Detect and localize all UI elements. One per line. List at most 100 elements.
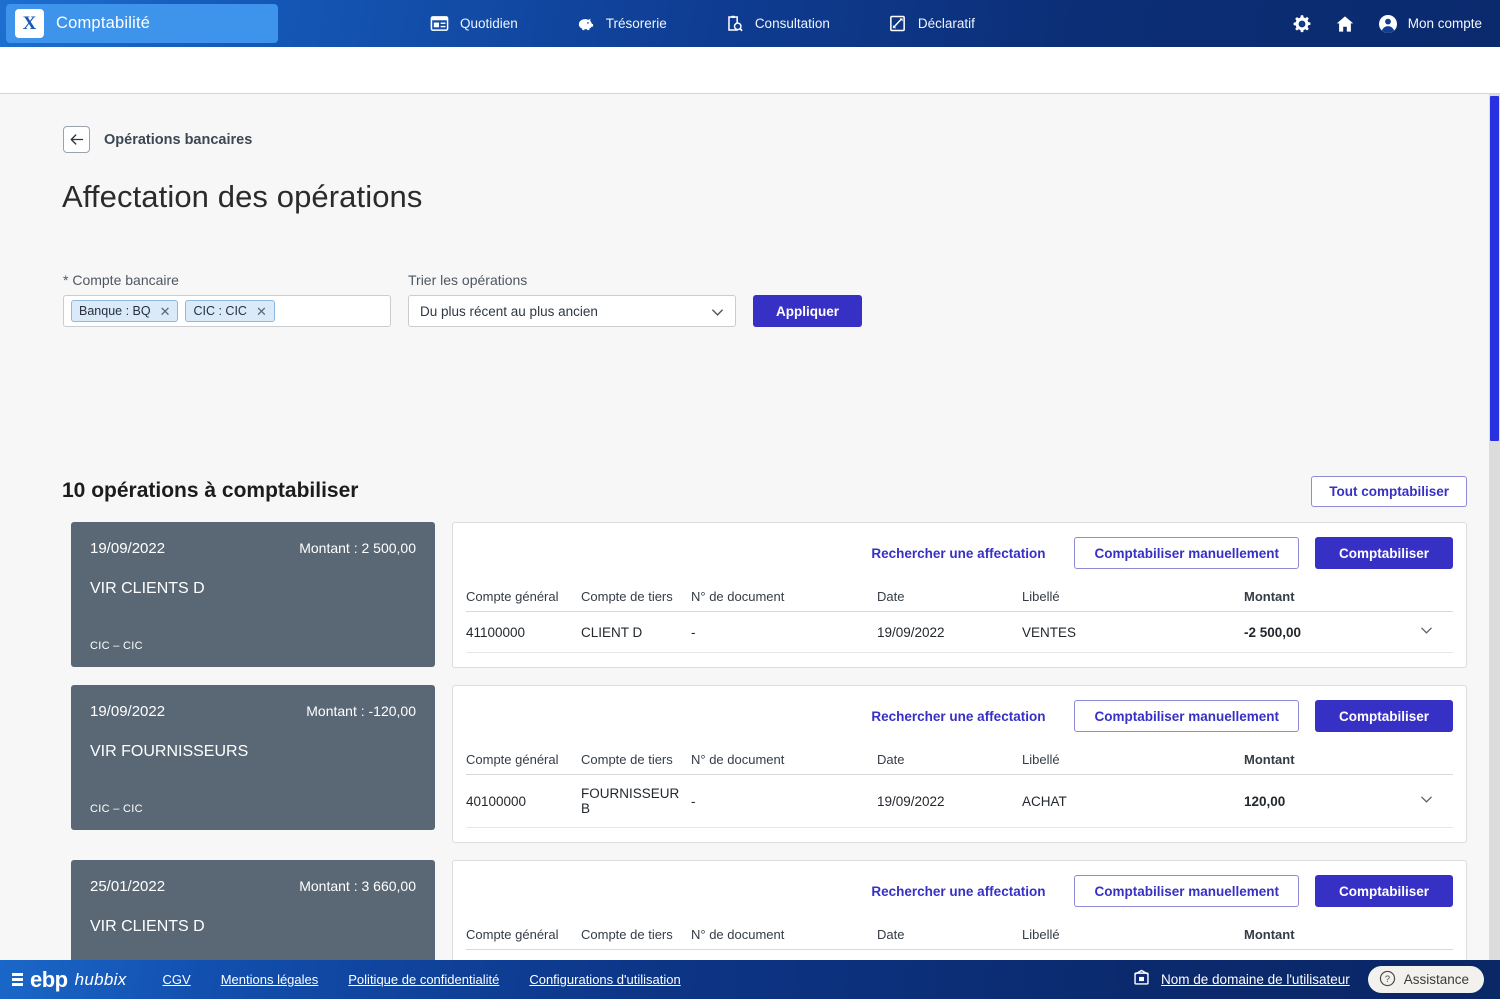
- cell-libelle: VENTES: [1022, 612, 1244, 653]
- th-date: Date: [877, 589, 1022, 612]
- secondary-toolbar: [0, 47, 1500, 94]
- gear-icon[interactable]: [1292, 14, 1312, 34]
- sort-select[interactable]: Du plus récent au plus ancien: [408, 295, 736, 327]
- app-logo-icon: X: [15, 9, 44, 38]
- operation-bank: CIC – CIC: [90, 803, 143, 815]
- footer-link-mentions-legales[interactable]: Mentions légales: [221, 972, 319, 987]
- footer-right-group: Nom de domaine de l'utilisateur ? Assist…: [1132, 966, 1484, 993]
- expand-row-chevron-down-icon[interactable]: [1419, 950, 1453, 961]
- app-module-pill[interactable]: X Comptabilité: [6, 4, 278, 43]
- search-affectation-link[interactable]: Rechercher une affectation: [871, 884, 1045, 899]
- table-header-row: Compte général Compte de tiers N° de doc…: [466, 589, 1453, 612]
- footer-link-cgv[interactable]: CGV: [163, 972, 191, 987]
- nav-label: Consultation: [755, 16, 830, 31]
- user-domain-link[interactable]: Nom de domaine de l'utilisateur: [1161, 972, 1350, 987]
- detail-actions: Rechercher une affectation Comptabiliser…: [466, 873, 1453, 909]
- chevron-down-icon: [710, 305, 725, 323]
- operation-date: 19/09/2022: [90, 703, 165, 720]
- account-menu[interactable]: Mon compte: [1378, 14, 1482, 34]
- post-button[interactable]: Comptabiliser: [1315, 537, 1453, 569]
- th-montant: Montant: [1244, 752, 1419, 775]
- operation-amount: Montant : 2 500,00: [299, 540, 416, 556]
- building-icon: [1132, 968, 1151, 992]
- cell-no-document: -: [691, 612, 877, 653]
- menu-bars-icon: [12, 973, 23, 986]
- cell-no-document: -: [691, 775, 877, 828]
- chip-cic-cic[interactable]: CIC : CIC ✕: [185, 300, 274, 322]
- close-icon[interactable]: ✕: [160, 305, 171, 318]
- operation-summary-card[interactable]: 25/01/2022 Montant : 3 660,00 VIR CLIENT…: [71, 860, 435, 960]
- th-expand: [1419, 752, 1453, 775]
- search-affectation-link[interactable]: Rechercher une affectation: [871, 709, 1045, 724]
- table-row[interactable]: 40100000 FOURNISSEUR B - 19/09/2022 ACHA…: [466, 775, 1453, 828]
- home-icon[interactable]: [1335, 14, 1355, 34]
- affectation-table: Compte général Compte de tiers N° de doc…: [466, 589, 1453, 653]
- chip-banque-bq[interactable]: Banque : BQ ✕: [71, 300, 178, 322]
- cell-no-document: -: [691, 950, 877, 961]
- th-montant: Montant: [1244, 927, 1419, 950]
- operation-date: 19/09/2022: [90, 540, 165, 557]
- calendar-icon: [430, 14, 449, 33]
- cell-date: 25/01/2022: [877, 950, 1022, 961]
- nav-item-quotidien[interactable]: Quotidien: [430, 14, 518, 33]
- clipboard-search-icon: [725, 14, 744, 33]
- post-button[interactable]: Comptabiliser: [1315, 700, 1453, 732]
- operation-row: 19/09/2022 Montant : -120,00 VIR FOURNIS…: [0, 685, 1489, 843]
- footer-link-politique-confidentialite[interactable]: Politique de confidentialité: [348, 972, 499, 987]
- cell-compte-general: 40100000: [466, 775, 581, 828]
- main-nav-items: Quotidien Trésorerie Consultation Déclar…: [430, 0, 975, 47]
- nav-item-tresorerie[interactable]: Trésorerie: [576, 14, 667, 33]
- th-no-document: N° de document: [691, 589, 877, 612]
- apply-button[interactable]: Appliquer: [753, 295, 862, 327]
- sort-label: Trier les opérations: [408, 272, 736, 288]
- nav-label: Déclaratif: [918, 16, 975, 31]
- search-affectation-link[interactable]: Rechercher une affectation: [871, 546, 1045, 561]
- bank-account-field: * Compte bancaire Banque : BQ ✕ CIC : CI…: [63, 272, 391, 327]
- arrow-left-icon: [69, 132, 84, 147]
- ebp-hubbix-logo: ebp hubbix: [12, 967, 127, 993]
- page-footer: ebp hubbix CGV Mentions légales Politiqu…: [0, 960, 1500, 999]
- operation-amount: Montant : -120,00: [306, 703, 416, 719]
- expand-row-chevron-down-icon[interactable]: [1419, 775, 1453, 828]
- filter-bar: * Compte bancaire Banque : BQ ✕ CIC : CI…: [63, 272, 862, 327]
- footer-link-configurations-utilisation[interactable]: Configurations d'utilisation: [529, 972, 680, 987]
- cell-date: 19/09/2022: [877, 612, 1022, 653]
- table-row[interactable]: 41100000 CLIENT D - 25/01/2022 VENTES -3…: [466, 950, 1453, 961]
- table-header-row: Compte général Compte de tiers N° de doc…: [466, 927, 1453, 950]
- close-icon[interactable]: ✕: [256, 305, 267, 318]
- brand-sub-name: hubbix: [75, 970, 127, 990]
- nav-label: Quotidien: [460, 16, 518, 31]
- post-manually-button[interactable]: Comptabiliser manuellement: [1074, 875, 1299, 907]
- chip-label: Banque : BQ: [79, 304, 151, 318]
- nav-item-consultation[interactable]: Consultation: [725, 14, 830, 33]
- operation-summary-card[interactable]: 19/09/2022 Montant : 2 500,00 VIR CLIENT…: [71, 522, 435, 667]
- bank-account-multiselect[interactable]: Banque : BQ ✕ CIC : CIC ✕: [63, 295, 391, 327]
- page-title: Affectation des opérations: [62, 179, 423, 215]
- operation-detail-panel: Rechercher une affectation Comptabiliser…: [452, 685, 1467, 843]
- vertical-scrollbar[interactable]: [1489, 94, 1500, 960]
- table-row[interactable]: 41100000 CLIENT D - 19/09/2022 VENTES -2…: [466, 612, 1453, 653]
- scrollbar-thumb[interactable]: [1490, 96, 1499, 441]
- chip-label: CIC : CIC: [193, 304, 246, 318]
- cell-montant: 120,00: [1244, 775, 1419, 828]
- operations-list: 19/09/2022 Montant : 2 500,00 VIR CLIENT…: [0, 522, 1489, 960]
- post-manually-button[interactable]: Comptabiliser manuellement: [1074, 700, 1299, 732]
- th-compte-tiers: Compte de tiers: [581, 589, 691, 612]
- user-domain[interactable]: Nom de domaine de l'utilisateur: [1132, 968, 1350, 992]
- nav-item-declaratif[interactable]: Déclaratif: [888, 14, 975, 33]
- breadcrumb-label[interactable]: Opérations bancaires: [104, 132, 252, 148]
- declaration-icon: [888, 14, 907, 33]
- sort-field: Trier les opérations Du plus récent au p…: [408, 272, 736, 327]
- th-libelle: Libellé: [1022, 589, 1244, 612]
- post-all-button[interactable]: Tout comptabiliser: [1311, 476, 1467, 507]
- assistance-button[interactable]: ? Assistance: [1368, 966, 1484, 993]
- brand-name: ebp: [30, 967, 68, 993]
- expand-row-chevron-down-icon[interactable]: [1419, 612, 1453, 653]
- cell-montant: -3 660,00: [1244, 950, 1419, 961]
- operation-summary-card[interactable]: 19/09/2022 Montant : -120,00 VIR FOURNIS…: [71, 685, 435, 830]
- post-manually-button[interactable]: Comptabiliser manuellement: [1074, 537, 1299, 569]
- operation-row: 19/09/2022 Montant : 2 500,00 VIR CLIENT…: [0, 522, 1489, 668]
- operation-detail-panel: Rechercher une affectation Comptabiliser…: [452, 522, 1467, 668]
- back-button[interactable]: [63, 126, 90, 153]
- post-button[interactable]: Comptabiliser: [1315, 875, 1453, 907]
